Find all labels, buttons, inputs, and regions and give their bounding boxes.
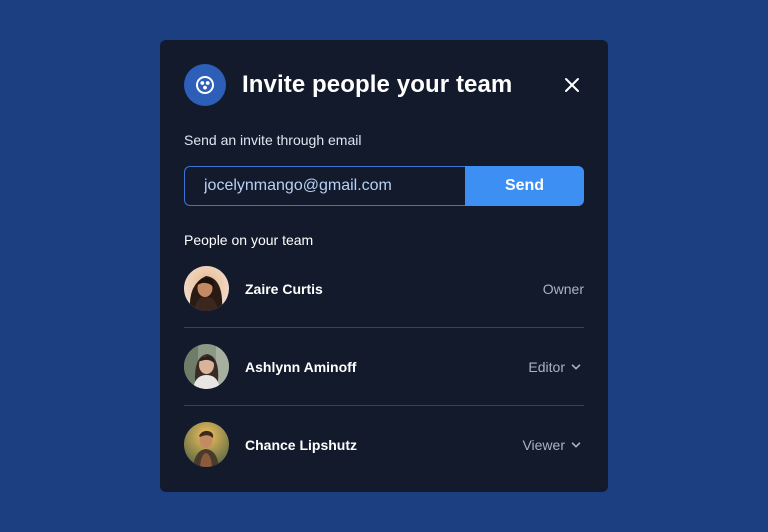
person-name: Chance Lipshutz <box>245 436 358 453</box>
person-row-zaire-curtis: Zaire Curtis Owner <box>184 266 584 311</box>
modal-header: Invite people your team <box>184 64 584 106</box>
avatar <box>184 344 229 389</box>
person-name: Zaire Curtis <box>245 280 323 297</box>
role-select-value: Viewer <box>522 436 565 453</box>
close-icon <box>564 77 580 93</box>
person-row-chance-lipshutz: Chance Lipshutz Viewer <box>184 405 584 483</box>
person-row-ashlynn-aminoff: Ashlynn Aminoff Editor <box>184 327 584 405</box>
people-label: People on your team <box>184 232 314 248</box>
email-input[interactable] <box>184 166 465 206</box>
role-select[interactable]: Viewer <box>522 437 584 453</box>
avatar <box>184 266 229 311</box>
chevron-down-icon <box>571 440 581 450</box>
people-list: Zaire Curtis Owner Ashlynn Aminoff Edito… <box>184 266 584 483</box>
role-label: Owner <box>542 280 584 297</box>
invite-modal: Invite people your team Send an invite t… <box>160 40 608 492</box>
role-select[interactable]: Editor <box>528 359 584 375</box>
team-icon <box>184 64 226 106</box>
invite-label: Send an invite through email <box>184 132 362 148</box>
avatar <box>184 422 229 467</box>
chevron-down-icon <box>571 362 581 372</box>
invite-form: Send <box>184 166 584 206</box>
send-button[interactable]: Send <box>465 166 584 206</box>
modal-title: Invite people your team <box>242 71 513 98</box>
close-button[interactable] <box>560 73 584 97</box>
role-select-value: Editor <box>528 358 565 375</box>
person-name: Ashlynn Aminoff <box>245 358 357 375</box>
